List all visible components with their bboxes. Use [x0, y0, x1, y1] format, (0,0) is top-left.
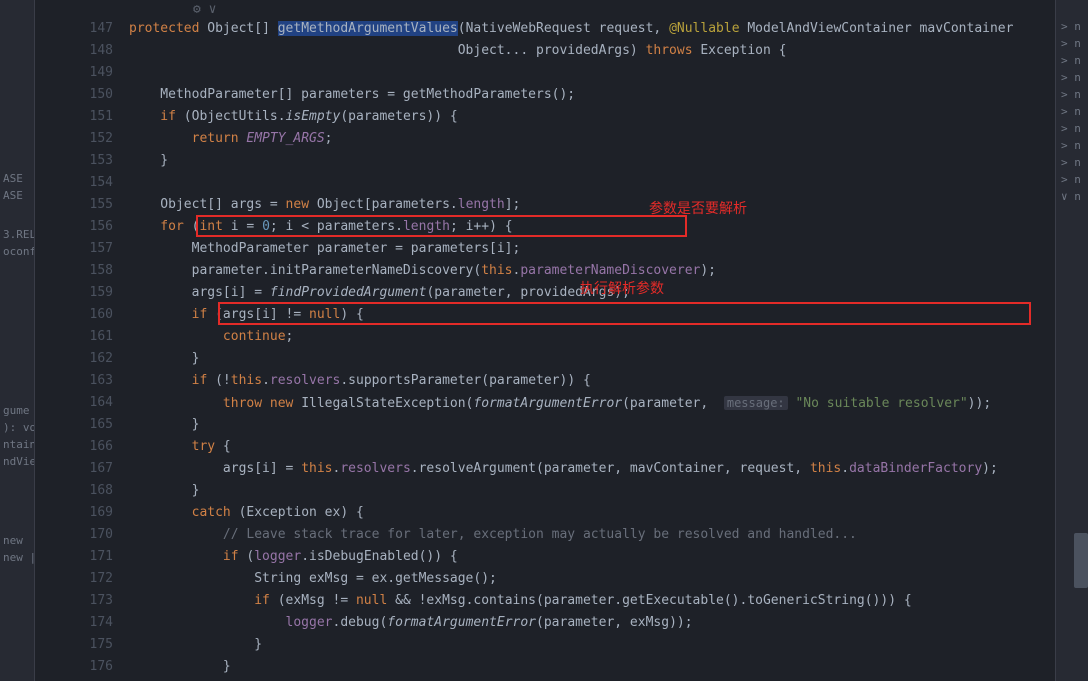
tree-item[interactable]: new | — [0, 549, 34, 566]
line-number[interactable]: 166 — [35, 436, 113, 458]
line-number[interactable]: 170 — [35, 524, 113, 546]
code-line: } — [129, 656, 1055, 678]
code-line: try { — [129, 436, 1055, 458]
line-number[interactable]: 171 — [35, 546, 113, 568]
tree-item[interactable]: 3.REL — [0, 226, 34, 243]
code-area[interactable]: protected Object[] getMethodArgumentValu… — [129, 18, 1055, 681]
code-line: // Leave stack trace for later, exceptio… — [129, 524, 1055, 546]
line-number[interactable]: 164 — [35, 392, 113, 414]
code-line: Object[] args = new Object[parameters.le… — [129, 194, 1055, 216]
line-number[interactable]: 169 — [35, 502, 113, 524]
outline-item[interactable]: > n — [1056, 35, 1088, 52]
line-number[interactable]: 167 — [35, 458, 113, 480]
left-panel: ASE ASE 3.REL oconf gume ): voi ntaine n… — [0, 0, 35, 681]
code-line — [129, 172, 1055, 194]
gear-icon[interactable]: ⚙ ∨ — [193, 2, 216, 17]
outline-item[interactable]: > n — [1056, 18, 1088, 35]
tree-spacer — [0, 470, 34, 532]
annotation-text: 执行解析参数 — [580, 278, 664, 298]
tree-item[interactable]: ndVie — [0, 453, 34, 470]
line-number[interactable]: 154 — [35, 172, 113, 194]
line-number[interactable]: 163 — [35, 370, 113, 392]
code-line: String exMsg = ex.getMessage(); — [129, 568, 1055, 590]
outline-item[interactable]: > n — [1056, 52, 1088, 69]
tree-item[interactable]: ASE — [0, 187, 34, 204]
line-number[interactable]: 156 — [35, 216, 113, 238]
tree-item[interactable]: oconf — [0, 243, 34, 260]
tree-item[interactable]: ): voi — [0, 419, 34, 436]
line-number[interactable]: 168 — [35, 480, 113, 502]
line-number[interactable]: 175 — [35, 634, 113, 656]
code-line: protected Object[] getMethodArgumentValu… — [129, 18, 1055, 40]
code-line: MethodParameter parameter = parameters[i… — [129, 238, 1055, 260]
line-number[interactable]: 161 — [35, 326, 113, 348]
outline-item[interactable]: > n — [1056, 154, 1088, 171]
code-line: } — [129, 634, 1055, 656]
tree-item[interactable]: new — [0, 532, 34, 549]
outline-item[interactable]: > n — [1056, 86, 1088, 103]
line-number[interactable]: 153 — [35, 150, 113, 172]
code-line: if (logger.isDebugEnabled()) { — [129, 546, 1055, 568]
line-number[interactable]: 151 — [35, 106, 113, 128]
code-line: throw new IllegalStateException(formatAr… — [129, 392, 1055, 414]
outline-item[interactable]: > n — [1056, 137, 1088, 154]
code-line: Object... providedArgs) throws Exception… — [129, 40, 1055, 62]
line-number[interactable]: 158 — [35, 260, 113, 282]
line-number[interactable]: 172 — [35, 568, 113, 590]
line-number[interactable]: 152 — [35, 128, 113, 150]
tree-item — [0, 204, 34, 226]
outline-item[interactable]: > n — [1056, 120, 1088, 137]
code-line: MethodParameter[] parameters = getMethod… — [129, 84, 1055, 106]
line-number[interactable]: 160 — [35, 304, 113, 326]
main-content: ⚙ ∨ 147 148 149 150 151 152 153 154 155 … — [35, 0, 1055, 681]
line-number[interactable]: 174 — [35, 612, 113, 634]
line-number[interactable]: 149 — [35, 62, 113, 84]
code-line: } — [129, 348, 1055, 370]
line-number[interactable]: 159 — [35, 282, 113, 304]
outline-item[interactable]: > n — [1056, 69, 1088, 86]
scrollbar-thumb[interactable] — [1074, 533, 1088, 588]
tree-item[interactable]: gume — [0, 402, 34, 419]
code-line: args[i] = this.resolvers.resolveArgument… — [129, 458, 1055, 480]
editor-container: ASE ASE 3.REL oconf gume ): voi ntaine n… — [0, 0, 1088, 681]
tree-item[interactable]: ASE — [0, 170, 34, 187]
code-line: if (ObjectUtils.isEmpty(parameters)) { — [129, 106, 1055, 128]
right-panel: > n > n > n > n > n > n > n > n > n > n … — [1055, 0, 1088, 681]
outline-item[interactable]: ∨ n — [1056, 188, 1088, 205]
line-number[interactable]: 155 — [35, 194, 113, 216]
line-number[interactable]: 157 — [35, 238, 113, 260]
code-line: } — [129, 150, 1055, 172]
code-line: if (exMsg != null && !exMsg.contains(par… — [129, 590, 1055, 612]
code-line: continue; — [129, 326, 1055, 348]
tree-item[interactable]: ntaine — [0, 436, 34, 453]
gutter: 147 148 149 150 151 152 153 154 155 156 … — [35, 18, 129, 681]
line-number[interactable]: 165 — [35, 414, 113, 436]
code-line: catch (Exception ex) { — [129, 502, 1055, 524]
outline-item[interactable]: > n — [1056, 171, 1088, 188]
line-number[interactable]: 148 — [35, 40, 113, 62]
line-number[interactable]: 150 — [35, 84, 113, 106]
code-line: logger.debug(formatArgumentError(paramet… — [129, 612, 1055, 634]
code-line: } — [129, 414, 1055, 436]
code-line: if (!this.resolvers.supportsParameter(pa… — [129, 370, 1055, 392]
line-number[interactable]: 147 — [35, 18, 113, 40]
code-line: if (args[i] != null) { — [129, 304, 1055, 326]
line-number[interactable]: 162 — [35, 348, 113, 370]
line-number[interactable]: 176 — [35, 656, 113, 678]
toolbar: ⚙ ∨ — [35, 0, 1055, 18]
code-line: } — [129, 480, 1055, 502]
line-number[interactable]: 173 — [35, 590, 113, 612]
tree-spacer — [0, 260, 34, 402]
code-line: return EMPTY_ARGS; — [129, 128, 1055, 150]
outline-item[interactable]: > n — [1056, 103, 1088, 120]
code-line: for (int i = 0; i < parameters.length; i… — [129, 216, 1055, 238]
code-line — [129, 62, 1055, 84]
annotation-text: 参数是否要解析 — [649, 198, 747, 218]
